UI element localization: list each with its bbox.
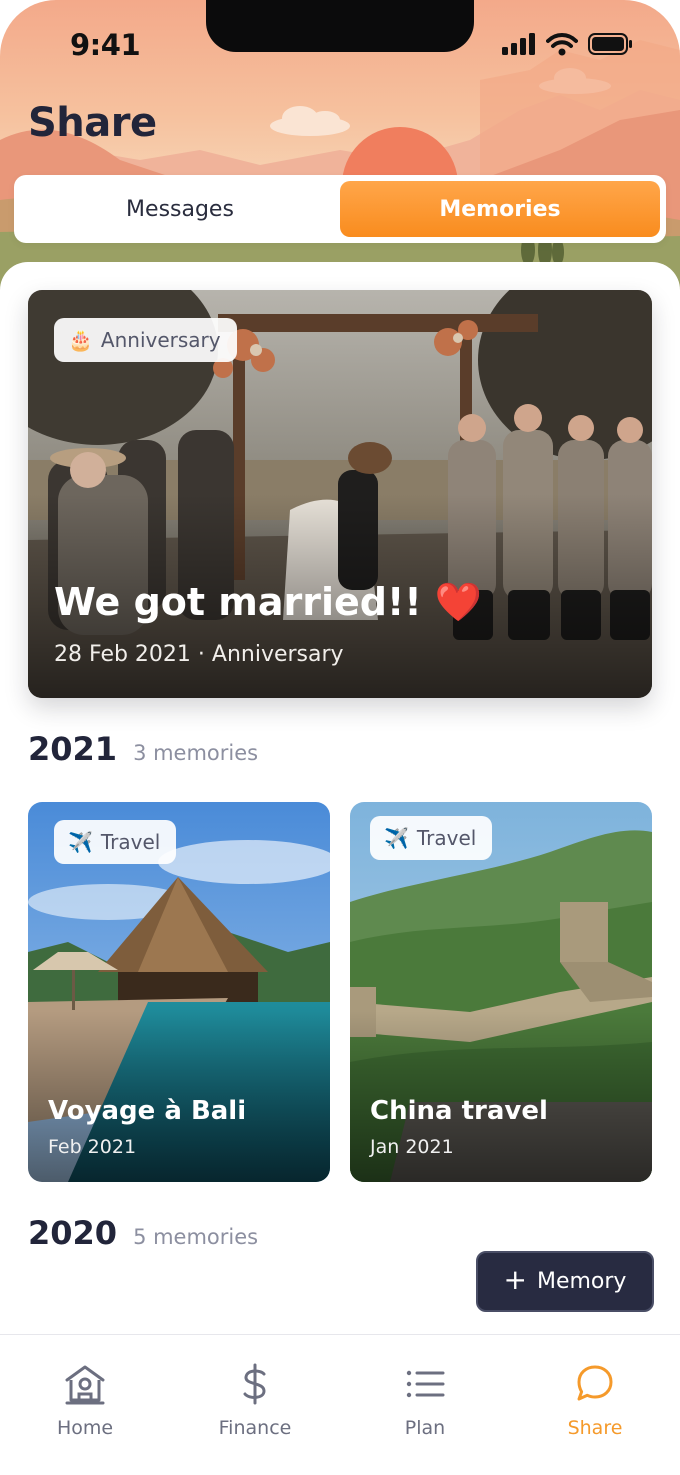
signal-icon [502,33,535,55]
dollar-icon [232,1361,278,1407]
category-tag: ✈️ Travel [370,816,493,860]
battery-icon [588,33,632,55]
tag-label: Travel [100,830,161,854]
featured-title: We got married!! ❤️ [54,580,483,624]
category-tag: 🎂 Anniversary [54,318,237,362]
bottom-navigation: Home Finance Plan Share [0,1334,680,1475]
nav-label: Plan [404,1417,446,1439]
cake-icon: 🎂 [68,328,93,352]
memory-count: 5 memories [133,1225,259,1249]
featured-subtitle: 28 Feb 2021 · Anniversary [54,642,344,667]
tab-memories[interactable]: Memories [340,181,660,237]
nav-share[interactable]: Share [510,1335,680,1475]
segmented-tabs: Messages Memories [14,175,666,243]
plus-icon: + [503,1263,527,1296]
status-time: 9:41 [70,28,141,62]
year-header-2021: 2021 3 memories [28,730,258,768]
add-memory-label: Memory [536,1269,627,1294]
year-label: 2020 [28,1214,118,1252]
chat-bubble-icon [572,1361,618,1407]
tab-messages[interactable]: Messages [20,181,340,237]
year-label: 2021 [28,730,118,768]
memory-title: China travel [370,1096,548,1126]
nav-label: Share [567,1417,623,1439]
home-icon [62,1361,108,1407]
memory-card-bali[interactable]: ✈️ Travel Voyage à Bali Feb 2021 [28,802,330,1182]
device-notch [206,0,474,52]
category-tag: ✈️ Travel [54,820,177,864]
airplane-icon: ✈️ [384,826,409,850]
memory-date: Feb 2021 [48,1136,137,1158]
add-memory-button[interactable]: + Memory [476,1251,654,1312]
page-title: Share [28,100,157,146]
tag-label: Anniversary [100,328,221,352]
tag-label: Travel [416,826,477,850]
memory-count: 3 memories [133,741,259,765]
wifi-icon [546,33,578,56]
nav-home[interactable]: Home [0,1335,170,1475]
nav-plan[interactable]: Plan [340,1335,510,1475]
status-icons [502,32,634,56]
nav-label: Home [56,1417,114,1439]
featured-memory-card[interactable]: 🎂 Anniversary We got married!! ❤️ 28 Feb… [28,290,652,698]
phone-screen: 9:41 Share Messages Memories 🎂 Anniversa… [0,0,680,1475]
memory-date: Jan 2021 [370,1136,454,1158]
nav-finance[interactable]: Finance [170,1335,340,1475]
year-header-2020: 2020 5 memories [28,1214,258,1252]
airplane-icon: ✈️ [68,830,93,854]
memory-title: Voyage à Bali [48,1096,247,1126]
memory-card-china[interactable]: ✈️ Travel China travel Jan 2021 [350,802,652,1182]
list-icon [402,1361,448,1407]
nav-label: Finance [218,1417,292,1439]
